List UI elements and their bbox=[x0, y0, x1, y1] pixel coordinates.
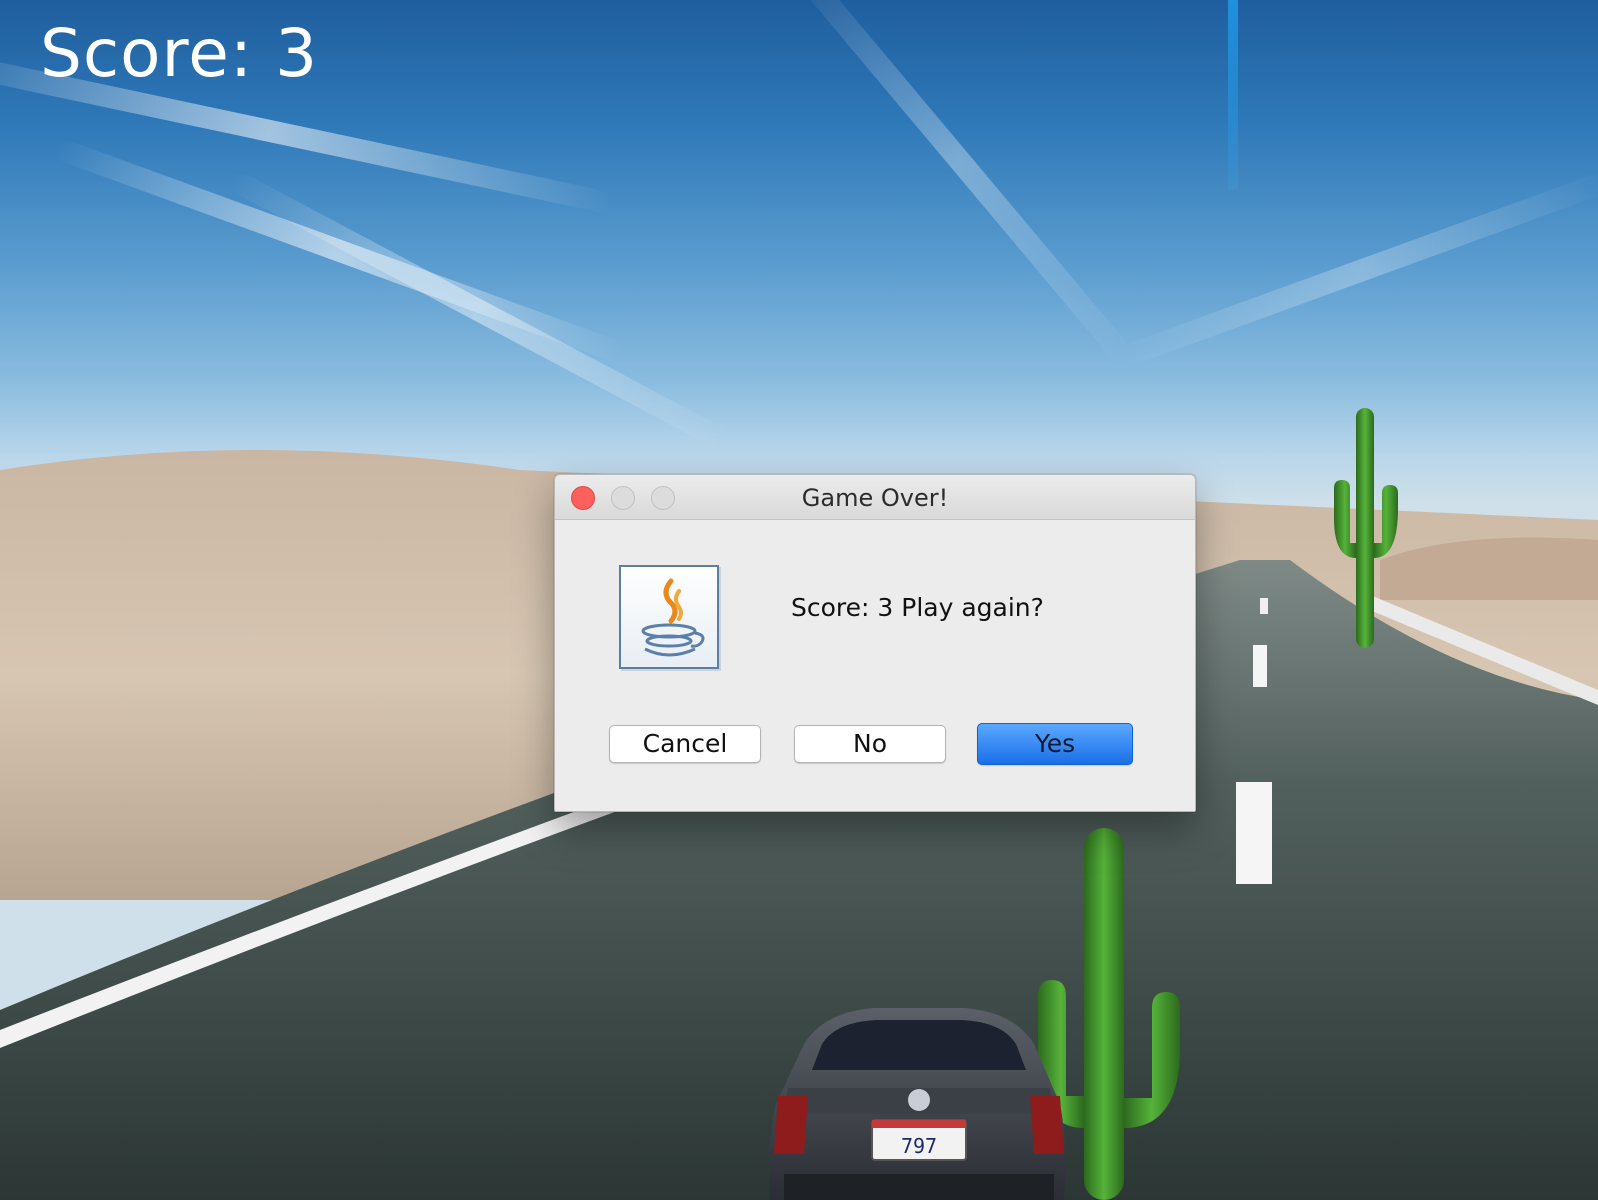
cactus-far bbox=[1334, 408, 1398, 648]
game-over-dialog: Game Over! Score: 3 Play again? Cancel N… bbox=[554, 474, 1196, 812]
score-display: Score: 3 bbox=[40, 15, 319, 92]
no-button[interactable]: No bbox=[794, 725, 946, 763]
dialog-message: Score: 3 Play again? bbox=[791, 593, 1044, 622]
license-plate-text: 797 bbox=[901, 1134, 937, 1158]
player-car: 797 bbox=[768, 1008, 1066, 1200]
game-scene: 797 Score: 3 Game Over! Score: 3 Play ag… bbox=[0, 0, 1598, 1200]
dialog-titlebar[interactable]: Game Over! bbox=[555, 475, 1195, 520]
java-coffee-cup-icon bbox=[619, 565, 719, 669]
cancel-button[interactable]: Cancel bbox=[609, 725, 761, 763]
yes-button[interactable]: Yes bbox=[977, 723, 1133, 765]
dialog-title: Game Over! bbox=[801, 484, 949, 512]
